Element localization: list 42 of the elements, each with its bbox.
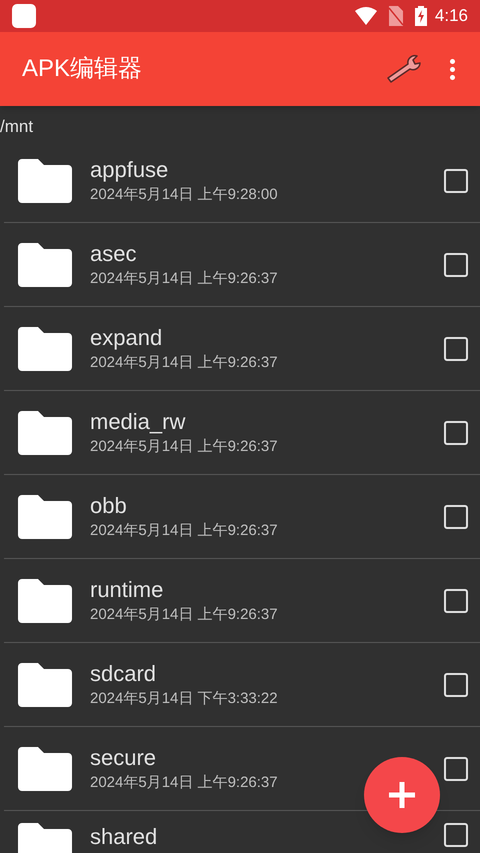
folder-icon: [18, 242, 72, 286]
folder-icon: [18, 410, 72, 454]
file-date: 2024年5月14日 上午9:28:00: [90, 186, 278, 205]
folder-icon: [18, 494, 72, 538]
wifi-icon: [354, 7, 377, 25]
app-notification-icon: [12, 4, 36, 28]
file-name[interactable]: sdcard: [90, 660, 156, 688]
checkbox[interactable]: [444, 168, 468, 192]
checkbox[interactable]: [444, 504, 468, 528]
file-date: 2024年5月14日 上午9:26:37: [90, 270, 278, 289]
clock: 4:16: [434, 5, 468, 28]
file-date: 2024年5月14日 上午9:26:37: [90, 606, 278, 625]
checkbox[interactable]: [444, 336, 468, 360]
folder-icon: [18, 662, 72, 706]
checkbox[interactable]: [444, 252, 468, 276]
file-date: 2024年5月14日 上午9:26:37: [90, 354, 278, 373]
checkbox[interactable]: [444, 756, 468, 780]
file-date: 2024年5月14日 上午9:26:37: [90, 774, 278, 793]
file-date: 2024年5月14日 上午9:26:37: [90, 438, 278, 457]
file-date: 2024年5月14日 上午9:26:37: [90, 522, 278, 541]
file-name[interactable]: expand: [90, 324, 162, 352]
folder-icon: [18, 578, 72, 622]
folder-icon: [18, 326, 72, 370]
file-date: 2024年5月14日 下午3:33:22: [90, 690, 278, 709]
file-name[interactable]: appfuse: [90, 156, 168, 184]
file-name[interactable]: shared: [90, 823, 158, 850]
file-name[interactable]: asec: [90, 240, 136, 268]
checkbox[interactable]: [444, 823, 468, 847]
checkbox[interactable]: [444, 420, 468, 444]
file-name[interactable]: runtime: [90, 576, 164, 604]
file-name[interactable]: obb: [90, 492, 127, 520]
checkbox[interactable]: [444, 672, 468, 696]
folder-icon: [18, 158, 72, 202]
file-name[interactable]: media_rw: [90, 408, 186, 436]
plus-icon: [387, 780, 417, 810]
app-title: APK编辑器: [22, 54, 144, 84]
no-sim-icon: [388, 6, 403, 26]
battery-charging-icon: [414, 6, 427, 26]
checkbox[interactable]: [444, 588, 468, 612]
current-path: /mnt: [0, 118, 34, 138]
folder-icon: [18, 746, 72, 790]
file-name[interactable]: secure: [90, 744, 156, 772]
